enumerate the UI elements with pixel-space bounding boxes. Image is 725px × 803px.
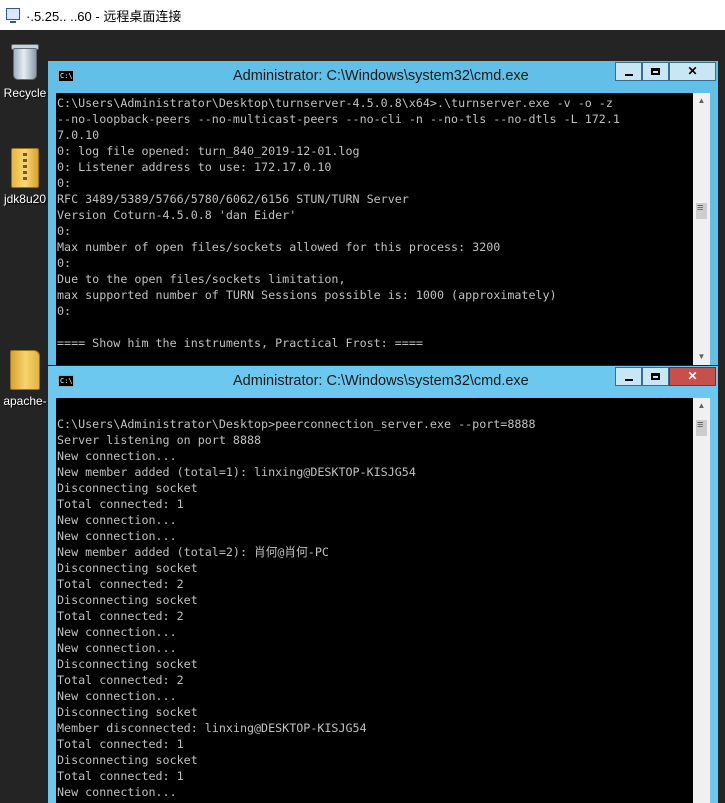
console-line: 0: Listener address to use: 172.17.0.10 [57,160,332,174]
console-line: 0: [57,176,72,190]
maximize-icon [651,68,660,76]
console-line: 7.0.10 [57,128,100,142]
console-line: RFC 3489/5389/5766/5780/6062/6156 STUN/T… [57,192,409,206]
console-line: Disconnecting socket [57,657,198,671]
console-line: max supported number of TURN Sessions po… [57,288,557,302]
console-line: New connection... [57,529,177,543]
zip-file-icon [11,148,39,188]
maximize-button[interactable] [642,62,669,81]
console-line: Total connected: 2 [57,577,184,591]
maximize-icon [651,373,660,381]
cmd-window-peerconnection-server[interactable]: C:\ Administrator: C:\Windows\system32\c… [48,366,718,803]
console-line: Disconnecting socket [57,593,198,607]
desktop-icon-apache[interactable]: apache- [0,344,50,408]
cmd-icon: C:\ [58,375,74,387]
minimize-button[interactable] [615,62,642,81]
console-line: Total connected: 1 [57,737,184,751]
console-line: --no-loopback-peers --no-multicast-peers… [57,112,620,126]
console-line: Member disconnected: linxing@DESKTOP-KIS… [57,721,367,735]
recycle-bin-icon [9,42,41,82]
console-line: New connection... [57,625,177,639]
close-button[interactable]: ✕ [669,367,716,386]
console-line: Disconnecting socket [57,561,198,575]
console-line: Disconnecting socket [57,481,198,495]
console-line: Disconnecting socket [57,705,198,719]
console-line: 0: [57,224,72,238]
scroll-thumb[interactable] [696,202,707,219]
close-button[interactable]: ✕ [669,62,716,81]
console-line: New member added (total=1): linxing@DESK… [57,465,416,479]
folder-icon [10,350,40,390]
scroll-thumb[interactable] [696,419,707,436]
console-line: C:\Users\Administrator\Desktop>peerconne… [57,417,536,431]
console-line: Max number of open files/sockets allowed… [57,240,501,254]
console-line: Total connected: 1 [57,497,184,511]
console-line: Total connected: 2 [57,609,184,623]
rdp-window-title: ·.5.25.. ..60 - 远程桌面连接 [26,9,182,24]
console-text: C:\Users\Administrator\Desktop\turnserve… [56,93,693,351]
desktop-icon-label: jdk8u20 [3,192,47,206]
console-line: ==== Show him the instruments, Practical… [57,336,423,350]
console-line: Server listening on port 8888 [57,433,262,447]
console-text: C:\Users\Administrator\Desktop>peerconne… [56,398,693,800]
console-line: New connection... [57,449,177,463]
maximize-button[interactable] [642,367,669,386]
console-line: New connection... [57,689,177,703]
scroll-up-arrow-icon[interactable]: ▲ [693,93,710,109]
console-line: 0: [57,256,72,270]
cmd-window-turnserver[interactable]: C:\ Administrator: C:\Windows\system32\c… [48,61,718,365]
remote-desktop-icon [6,8,20,23]
window-title-bar[interactable]: C:\ Administrator: C:\Windows\system32\c… [48,61,718,93]
desktop-icon-jdk[interactable]: jdk8u20 [0,140,50,206]
console-line: New member added (total=2): 肖何@肖何-PC [57,545,329,559]
cmd-icon: C:\ [58,70,74,82]
close-icon: ✕ [687,64,698,78]
close-icon: ✕ [687,369,698,383]
console-line: Total connected: 1 [57,769,184,783]
desktop-icon-label: Recycle [3,86,47,100]
console-line: New connection... [57,641,177,655]
vertical-scrollbar[interactable]: ▲ ▼ [693,93,710,365]
minimize-icon [624,378,633,381]
console-output[interactable]: C:\Users\Administrator\Desktop>peerconne… [56,398,693,803]
console-line: C:\Users\Administrator\Desktop\turnserve… [57,96,613,110]
minimize-icon [624,73,633,76]
rdp-title-bar[interactable]: ·.5.25.. ..60 - 远程桌面连接 [0,0,725,30]
console-line: Total connected: 2 [57,673,184,687]
window-title: Administrator: C:\Windows\system32\cmd.e… [233,68,529,84]
window-title-bar[interactable]: C:\ Administrator: C:\Windows\system32\c… [48,366,718,398]
scroll-up-arrow-icon[interactable]: ▲ [693,398,710,414]
minimize-button[interactable] [615,367,642,386]
vertical-scrollbar[interactable]: ▲ [693,398,710,803]
console-line: 0: [57,304,72,318]
console-output[interactable]: C:\Users\Administrator\Desktop\turnserve… [56,93,693,365]
desktop-icon-label: apache- [3,394,47,408]
console-line: 0: log file opened: turn_840_2019-12-01.… [57,144,360,158]
window-title: Administrator: C:\Windows\system32\cmd.e… [233,373,529,389]
console-line: Version Coturn-4.5.0.8 'dan Eider' [57,208,297,222]
console-line: New connection... [57,513,177,527]
desktop-icon-recycle-bin[interactable]: Recycle [0,34,50,100]
scroll-down-arrow-icon[interactable]: ▼ [693,349,710,365]
console-line: Disconnecting socket [57,753,198,767]
console-line: New connection... [57,785,177,799]
console-line: Due to the open files/sockets limitation… [57,272,346,286]
